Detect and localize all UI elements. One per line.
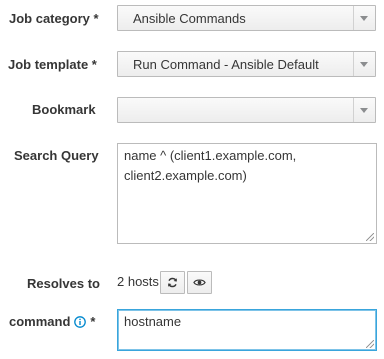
preview-hosts-button[interactable] (187, 271, 212, 294)
bookmark-dropdown-toggle[interactable] (353, 98, 375, 122)
resolves-to-label: Resolves to (27, 276, 100, 291)
bookmark-label: Bookmark (32, 102, 96, 117)
command-textarea[interactable]: hostname (117, 309, 377, 351)
resize-handle[interactable] (366, 233, 374, 241)
bookmark-select[interactable] (117, 97, 376, 123)
info-circle-icon[interactable] (74, 315, 87, 328)
caret-down-icon (360, 16, 368, 21)
job-template-select[interactable]: Run Command - Ansible Default (117, 51, 376, 77)
job-category-select[interactable]: Ansible Commands (117, 5, 376, 31)
resize-handle[interactable] (366, 340, 374, 348)
job-template-value: Run Command - Ansible Default (133, 57, 319, 72)
eye-icon (193, 279, 206, 286)
search-query-line-2: client2.example.com) (124, 168, 247, 183)
command-label-text: command (9, 314, 71, 329)
job-template-label: Job template * (8, 57, 97, 72)
refresh-hosts-button[interactable] (160, 271, 185, 294)
job-category-label: Job category * (9, 11, 99, 26)
job-template-dropdown-toggle[interactable] (353, 52, 375, 76)
search-query-line-1: name ^ (client1.example.com, (124, 148, 297, 163)
job-category-value: Ansible Commands (133, 11, 246, 26)
job-category-dropdown-toggle[interactable] (353, 6, 375, 30)
required-marker: * (90, 314, 96, 329)
caret-down-icon (360, 62, 368, 67)
refresh-icon (168, 277, 177, 288)
caret-down-icon (360, 108, 368, 113)
host-count: 2 hosts (117, 274, 159, 289)
command-label: command * (9, 314, 95, 329)
search-query-label: Search Query (14, 148, 99, 163)
search-query-textarea[interactable]: name ^ (client1.example.com, client2.exa… (117, 143, 377, 244)
command-value: hostname (124, 314, 182, 329)
